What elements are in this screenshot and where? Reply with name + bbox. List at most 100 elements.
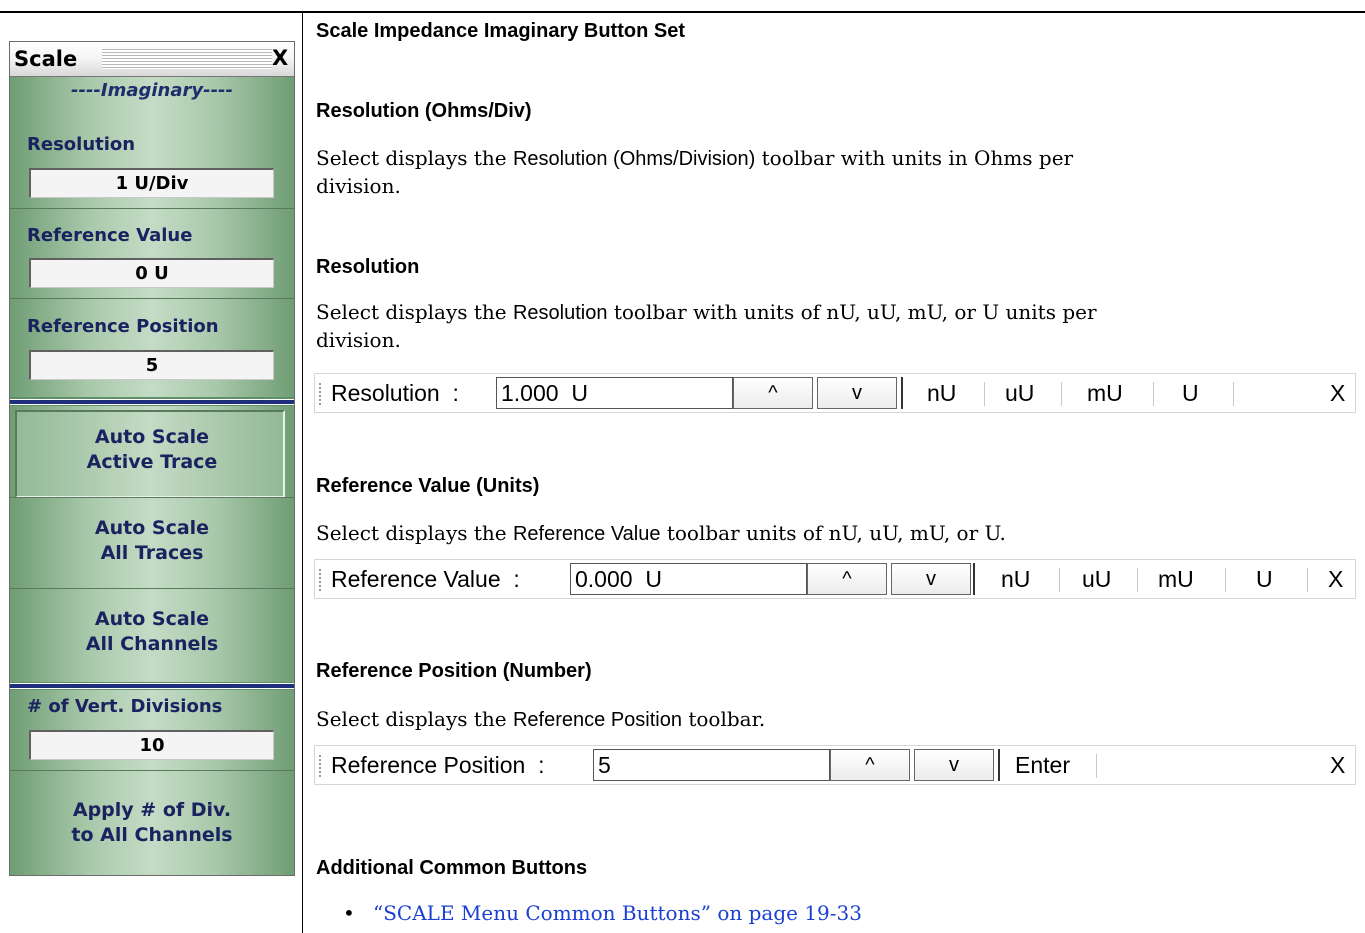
button-line-2: to All Channels bbox=[71, 824, 233, 846]
button-line-1: Auto Scale bbox=[94, 426, 210, 448]
toolbar-separator bbox=[1061, 382, 1062, 406]
ui-term: Reference Position bbox=[512, 709, 682, 731]
text-run: toolbar with units of nU, uU, mU, or U u… bbox=[607, 300, 1097, 324]
increment-button[interactable]: ^ bbox=[733, 377, 813, 409]
toolbar-label: Resolution : bbox=[331, 380, 459, 406]
reference-position-toolbar: Reference Position : 5 ^ v Enter X bbox=[314, 745, 1356, 785]
enter-button[interactable]: Enter bbox=[1015, 752, 1070, 779]
button-line-1: Apply # of Div. bbox=[72, 799, 232, 821]
separator bbox=[10, 588, 294, 589]
reference-value-label: Reference Value bbox=[27, 225, 193, 246]
button-line-2: All Traces bbox=[100, 542, 204, 564]
ui-term: Resolution bbox=[512, 302, 608, 324]
unit-nU-button[interactable]: nU bbox=[927, 380, 956, 407]
text-run: toolbar. bbox=[681, 707, 766, 731]
bullet-icon: • bbox=[343, 901, 355, 925]
section-heading-reference-position: Reference Position (Number) bbox=[316, 660, 592, 682]
toolbar-grip[interactable] bbox=[319, 569, 321, 591]
text-run: division. bbox=[316, 174, 401, 198]
toolbar-grip[interactable] bbox=[319, 755, 321, 777]
vert-divisions-label: # of Vert. Divisions bbox=[27, 696, 223, 717]
menu-close-button[interactable]: X bbox=[272, 46, 288, 70]
separator bbox=[10, 298, 294, 299]
toolbar-separator bbox=[1153, 382, 1154, 406]
toolbar-separator bbox=[1225, 568, 1226, 592]
separator bbox=[10, 497, 294, 498]
reference-value-description: Select displays the Reference Value tool… bbox=[316, 520, 1006, 548]
button-line-2: Active Trace bbox=[86, 451, 218, 473]
unit-nU-button[interactable]: nU bbox=[1001, 566, 1030, 593]
toolbar-divider bbox=[901, 377, 903, 409]
section-heading-reference-value: Reference Value (Units) bbox=[316, 475, 540, 497]
menu-title: Scale bbox=[14, 47, 78, 71]
toolbar-separator bbox=[1307, 568, 1308, 592]
toolbar-label: Reference Value : bbox=[331, 566, 520, 592]
toolbar-close-button[interactable]: X bbox=[1328, 566, 1343, 593]
button-line-1: Auto Scale bbox=[94, 517, 210, 539]
reference-value-input[interactable]: 0.000 U bbox=[570, 563, 807, 595]
unit-U-button[interactable]: U bbox=[1182, 380, 1199, 407]
increment-button[interactable]: ^ bbox=[807, 563, 887, 595]
button-line-1: Auto Scale bbox=[94, 608, 210, 630]
text-run: Select displays the bbox=[316, 300, 513, 324]
reference-value-toolbar: Reference Value : 0.000 U ^ v nU uU mU U… bbox=[314, 559, 1356, 599]
ui-term: Reference Value bbox=[512, 523, 661, 545]
resolution-toolbar: Resolution : 1.000 U ^ v nU uU mU U X bbox=[314, 373, 1356, 413]
section-heading-resolution: Resolution bbox=[316, 256, 420, 278]
decrement-button[interactable]: v bbox=[891, 563, 971, 595]
resolution-input[interactable]: 1.000 U bbox=[496, 377, 733, 409]
group-divider bbox=[10, 399, 294, 405]
resolution-description: Select displays the Resolution toolbar w… bbox=[316, 299, 1097, 354]
auto-scale-active-trace-button[interactable]: Auto Scale Active Trace bbox=[10, 425, 294, 475]
text-run: toolbar with units in Ohms per bbox=[755, 146, 1074, 170]
toolbar-close-button[interactable]: X bbox=[1330, 380, 1345, 407]
separator bbox=[10, 208, 294, 209]
resolution-ohms-description: Select displays the Resolution (Ohms/Div… bbox=[316, 145, 1073, 200]
toolbar-grip[interactable] bbox=[319, 383, 321, 405]
unit-mU-button[interactable]: mU bbox=[1158, 566, 1194, 593]
ui-term: Resolution (Ohms/Division) bbox=[512, 148, 756, 170]
reference-value-field[interactable]: 0 U bbox=[29, 258, 274, 288]
title-grip bbox=[102, 49, 272, 69]
auto-scale-all-traces-button[interactable]: Auto Scale All Traces bbox=[10, 516, 294, 566]
page-heading: Scale Impedance Imaginary Button Set bbox=[316, 20, 685, 42]
section-heading-common-buttons: Additional Common Buttons bbox=[316, 857, 588, 879]
decrement-button[interactable]: v bbox=[817, 377, 897, 409]
unit-uU-button[interactable]: uU bbox=[1082, 566, 1111, 593]
column-divider bbox=[302, 11, 303, 933]
vert-divisions-field[interactable]: 10 bbox=[29, 730, 274, 760]
reference-position-field[interactable]: 5 bbox=[29, 350, 274, 380]
text-run: Select displays the bbox=[316, 146, 513, 170]
group-divider bbox=[10, 683, 294, 689]
common-buttons-link[interactable]: “SCALE Menu Common Buttons” on page 19-3… bbox=[373, 901, 862, 925]
section-header-imaginary: ----Imaginary---- bbox=[71, 80, 233, 101]
reference-position-description: Select displays the Reference Position t… bbox=[316, 706, 765, 734]
toolbar-divider bbox=[998, 749, 1000, 781]
menu-title-bar[interactable]: Scale X bbox=[10, 42, 294, 77]
unit-U-button[interactable]: U bbox=[1256, 566, 1273, 593]
text-run: toolbar units of nU, uU, mU, or U. bbox=[660, 521, 1006, 545]
reference-position-label: Reference Position bbox=[27, 316, 219, 337]
toolbar-separator bbox=[1137, 568, 1138, 592]
toolbar-close-button[interactable]: X bbox=[1330, 752, 1345, 779]
toolbar-label: Reference Position : bbox=[331, 752, 545, 778]
toolbar-separator bbox=[1233, 382, 1234, 406]
button-line-2: All Channels bbox=[85, 633, 219, 655]
decrement-button[interactable]: v bbox=[914, 749, 994, 781]
scale-menu-panel: Scale X ----Imaginary---- Resolution 1 U… bbox=[9, 41, 295, 876]
reference-position-input[interactable]: 5 bbox=[593, 749, 830, 781]
text-run: division. bbox=[316, 328, 401, 352]
top-rule bbox=[0, 11, 1365, 13]
auto-scale-all-channels-button[interactable]: Auto Scale All Channels bbox=[10, 607, 294, 657]
increment-button[interactable]: ^ bbox=[830, 749, 910, 781]
apply-divisions-button[interactable]: Apply # of Div. to All Channels bbox=[10, 798, 294, 848]
unit-mU-button[interactable]: mU bbox=[1087, 380, 1123, 407]
text-run: Select displays the bbox=[316, 707, 513, 731]
resolution-label: Resolution bbox=[27, 134, 136, 155]
resolution-field[interactable]: 1 U/Div bbox=[29, 168, 274, 198]
separator bbox=[10, 770, 294, 771]
section-heading-resolution-ohms: Resolution (Ohms/Div) bbox=[316, 100, 532, 122]
toolbar-separator bbox=[1096, 754, 1097, 778]
toolbar-separator bbox=[984, 382, 985, 406]
unit-uU-button[interactable]: uU bbox=[1005, 380, 1034, 407]
